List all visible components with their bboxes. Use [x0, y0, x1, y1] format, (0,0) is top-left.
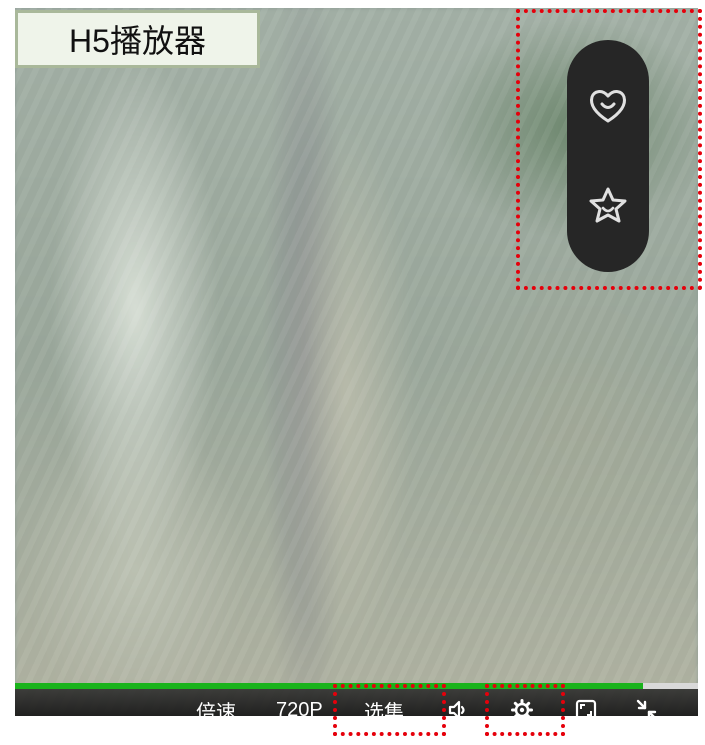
- collapse-icon: [636, 699, 658, 721]
- episodes-button[interactable]: 选集: [364, 690, 404, 730]
- gear-icon: [511, 699, 533, 721]
- quality-label: 720P: [276, 698, 323, 721]
- speed-label: 倍速: [196, 701, 236, 724]
- player-title-badge: H5播放器: [15, 10, 260, 68]
- exit-fullscreen-button[interactable]: [634, 690, 660, 730]
- fullscreen-button[interactable]: [574, 690, 598, 730]
- player-title: H5播放器: [69, 23, 206, 59]
- volume-button[interactable]: [447, 690, 471, 730]
- speed-button[interactable]: 倍速: [196, 690, 236, 730]
- volume-icon: [448, 700, 465, 720]
- side-action-pill: [567, 40, 649, 272]
- settings-button[interactable]: [510, 690, 534, 730]
- episodes-label: 选集: [364, 701, 404, 724]
- heart-smile-icon[interactable]: [586, 84, 630, 128]
- quality-button[interactable]: 720P: [276, 690, 323, 730]
- star-smile-icon[interactable]: [586, 184, 630, 228]
- fullscreen-icon: [575, 699, 597, 721]
